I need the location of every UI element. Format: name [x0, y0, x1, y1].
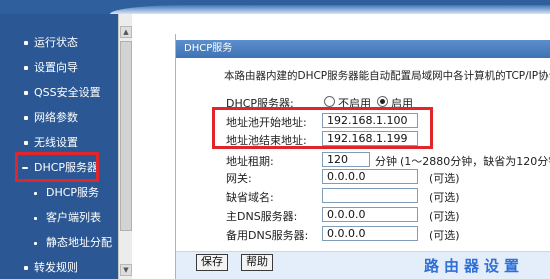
scroll-thumb[interactable] [120, 41, 132, 231]
secondary-dns-hint: (可选) [429, 229, 460, 242]
banner-wave [110, 5, 550, 14]
plus-icon [24, 141, 28, 145]
dhcp-menu-highlight-box [15, 152, 99, 182]
top-banner [0, 0, 550, 14]
sidebar-item-qss[interactable]: QSS安全设置 [0, 83, 118, 103]
dhcp-off-radio[interactable] [324, 96, 335, 107]
gateway-input[interactable] [322, 169, 418, 184]
scroll-up-icon[interactable]: ▲ [120, 26, 132, 38]
sidebar-item-label: DHCP服务 [46, 186, 100, 199]
secondary-dns-input[interactable] [322, 226, 418, 241]
bullet-icon [24, 91, 28, 95]
secondary-dns-label: 备用DNS服务器: [226, 229, 309, 242]
section-title: DHCP服务 [176, 40, 550, 58]
sidebar-item-wizard[interactable]: 设置向导 [0, 58, 118, 78]
sidebar-item-forwarding[interactable]: 转发规则 [0, 258, 118, 278]
bullet-icon [24, 41, 28, 45]
sidebar-subitem-static-address[interactable]: 静态地址分配 [0, 233, 118, 253]
description-text: 本路由器内建的DHCP服务器能自动配置局域网中各计算机的TCP/IP协议。 [224, 70, 550, 82]
bullet-icon [34, 242, 37, 245]
gateway-label: 网关: [226, 172, 252, 185]
bullet-icon [34, 192, 37, 195]
domain-label: 缺省域名: [226, 191, 274, 204]
sidebar-item-label: 静态地址分配 [46, 236, 112, 249]
sidebar-scrollbar[interactable]: ▲ ▼ [118, 14, 132, 279]
watermark-text: 路由器设置 [424, 257, 525, 275]
plus-icon [24, 116, 28, 120]
dhcp-on-radio[interactable] [377, 96, 388, 107]
plus-icon [24, 266, 28, 270]
bullet-icon [24, 66, 28, 70]
lease-input[interactable] [322, 152, 370, 167]
address-pool-highlight-box [212, 107, 433, 149]
sidebar-item-label: 设置向导 [34, 61, 78, 74]
sidebar-item-wireless[interactable]: 无线设置 [0, 133, 118, 153]
primary-dns-input[interactable] [322, 207, 418, 222]
sidebar-item-label: 运行状态 [34, 36, 78, 49]
lease-unit: 分钟 [375, 155, 397, 168]
gateway-hint: (可选) [429, 172, 460, 185]
sidebar-item-status[interactable]: 运行状态 [0, 33, 118, 53]
save-button[interactable]: 保存 [196, 254, 228, 271]
help-button[interactable]: 帮助 [241, 254, 273, 271]
sidebar-subitem-dhcp-service[interactable]: DHCP服务 [0, 183, 118, 203]
sidebar-item-network[interactable]: 网络参数 [0, 108, 118, 128]
lease-label: 地址租期: [226, 155, 274, 168]
domain-hint: (可选) [429, 191, 460, 204]
sidebar-subitem-client-list[interactable]: 客户端列表 [0, 208, 118, 228]
sidebar-item-label: 客户端列表 [46, 211, 101, 224]
lease-hint: (1～2880分钟，缺省为120分钟) [400, 155, 550, 168]
sidebar-item-label: 转发规则 [34, 261, 78, 274]
sidebar-item-label: 无线设置 [34, 136, 78, 149]
scroll-down-icon[interactable]: ▼ [120, 264, 132, 276]
domain-input[interactable] [322, 188, 418, 203]
primary-dns-label: 主DNS服务器: [226, 210, 298, 223]
bullet-icon [34, 217, 37, 220]
sidebar-item-label: 网络参数 [34, 111, 78, 124]
sidebar-item-label: QSS安全设置 [34, 86, 101, 99]
primary-dns-hint: (可选) [429, 210, 460, 223]
